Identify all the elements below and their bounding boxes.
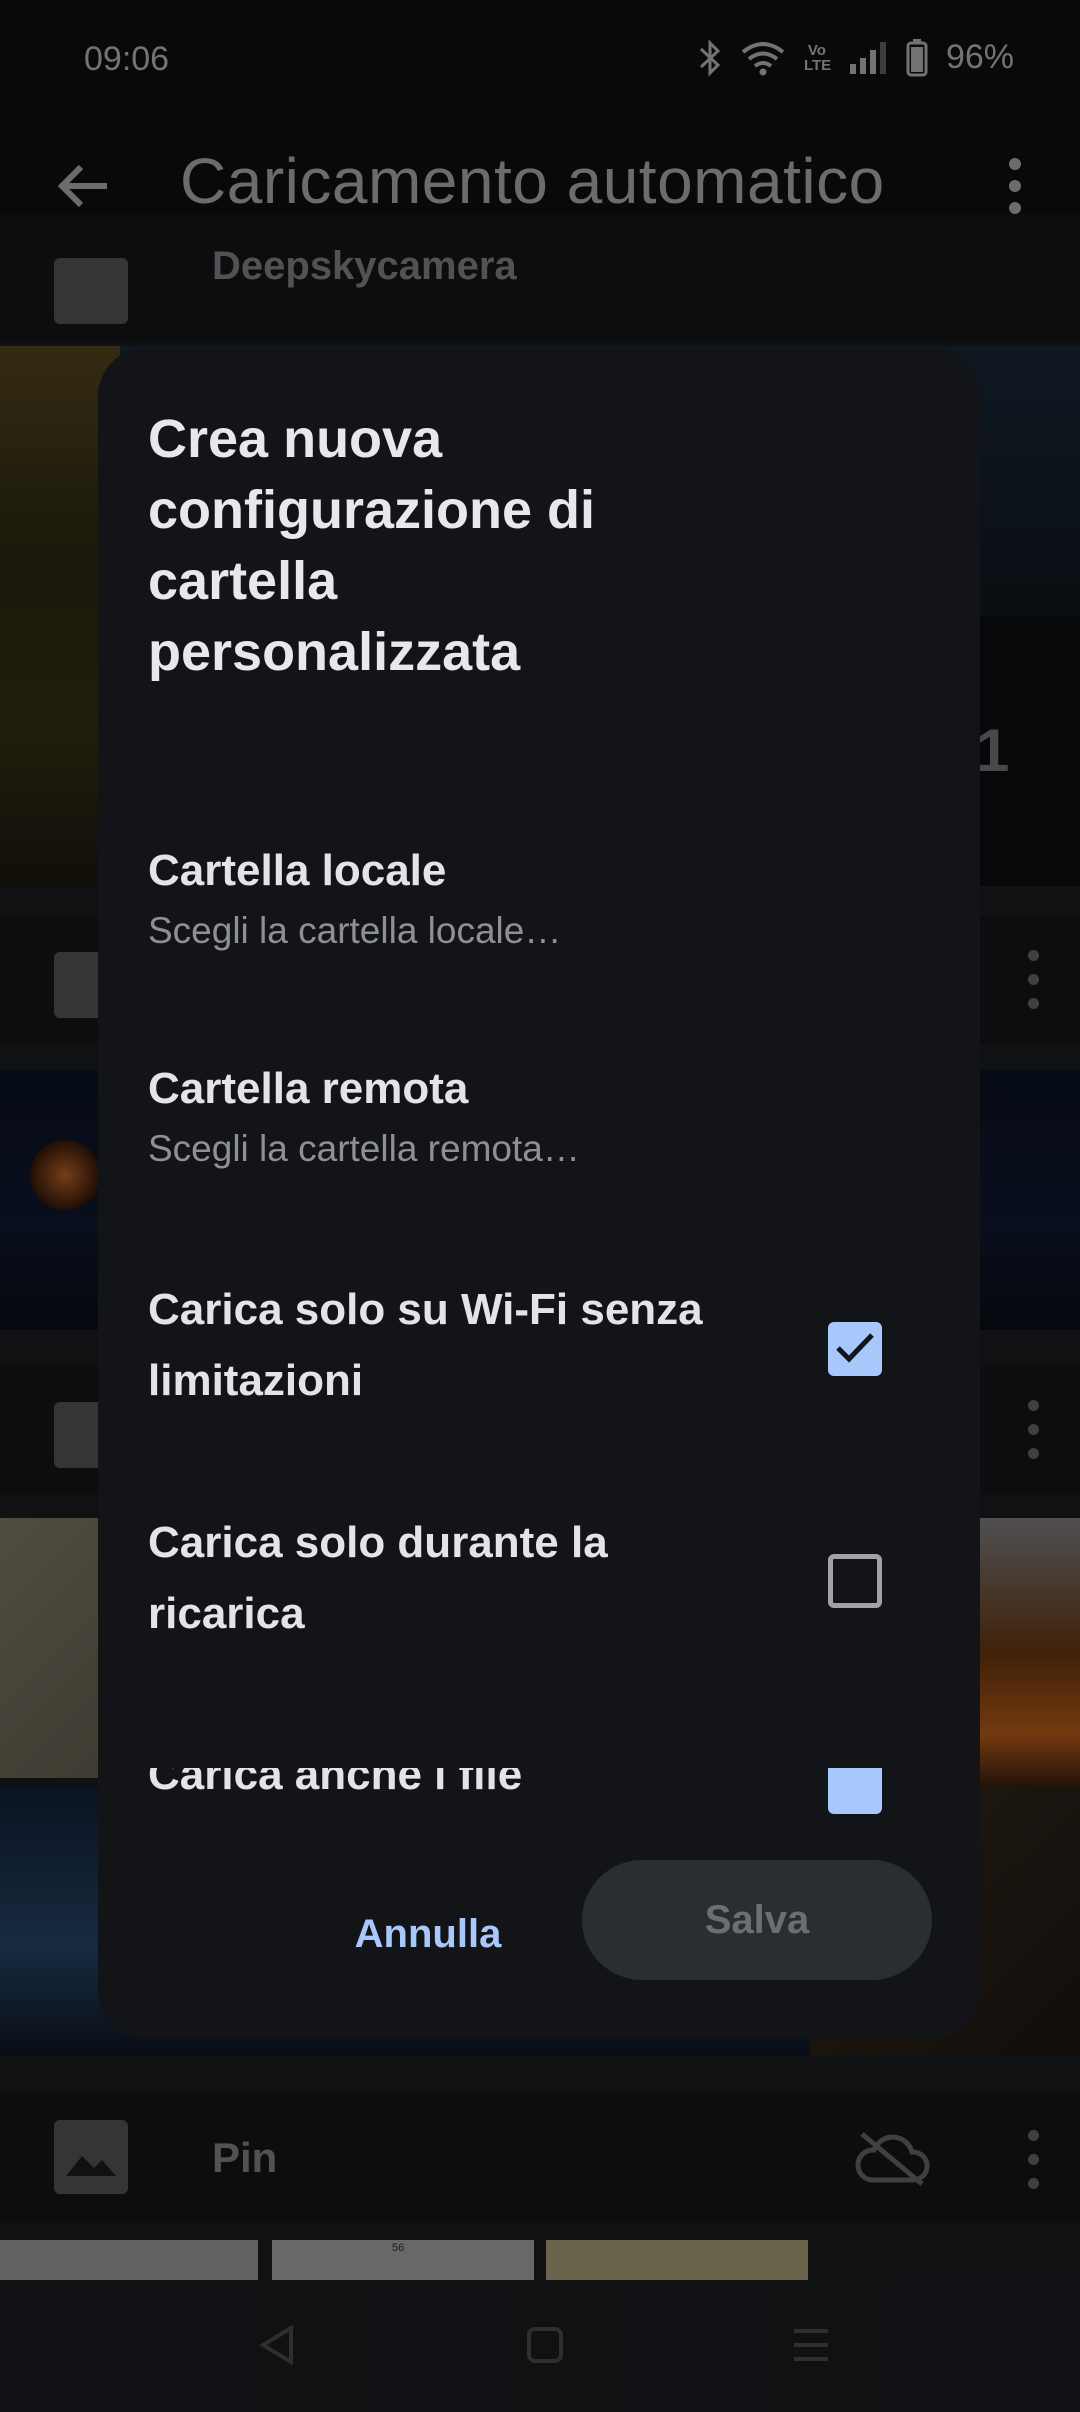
existing-files-preference[interactable]: Carica anche i file [98,1768,980,1868]
folder-config-dialog: Crea nuova configurazione di cartella pe… [98,348,980,2038]
wifi-only-preference[interactable]: Carica solo su Wi-Fi senza limitazioni [148,1274,928,1416]
local-folder-preference[interactable]: Cartella locale Scegli la cartella local… [148,846,928,952]
save-button[interactable]: Salva [582,1860,932,1980]
local-folder-title: Cartella locale [148,846,447,895]
local-folder-summary: Scegli la cartella locale… [148,910,562,951]
remote-folder-summary: Scegli la cartella remota… [148,1128,580,1169]
remote-folder-title: Cartella remota [148,1064,469,1113]
existing-files-title: Carica anche i file [148,1768,523,1799]
dialog-title: Crea nuova configurazione di cartella pe… [148,409,596,682]
cancel-button[interactable]: Annulla [318,1892,538,1976]
check-icon [836,1333,874,1363]
wifi-only-checkbox[interactable] [828,1322,882,1376]
charging-only-checkbox[interactable] [828,1554,882,1608]
remote-folder-preference[interactable]: Cartella remota Scegli la cartella remot… [148,1064,928,1170]
existing-files-checkbox[interactable] [828,1768,882,1814]
charging-only-title: Carica solo durante la ricarica [148,1518,608,1638]
charging-only-preference[interactable]: Carica solo durante la ricarica [148,1507,928,1649]
wifi-only-title: Carica solo su Wi-Fi senza limitazioni [148,1285,703,1405]
